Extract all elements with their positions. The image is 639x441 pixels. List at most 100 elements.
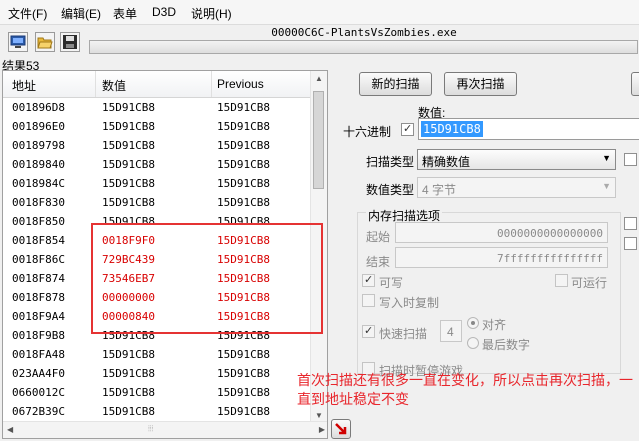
scroll-right-icon[interactable]: ▶ (319, 425, 325, 434)
save-button[interactable] (60, 32, 80, 52)
row-value: 15D91CB8 (102, 405, 155, 418)
dropdown-arrow-icon: ▼ (602, 181, 611, 191)
new-scan-button[interactable]: 新的扫描 (359, 72, 432, 96)
row-address: 00189798 (12, 139, 65, 152)
row-address: 0018F878 (12, 291, 65, 304)
table-row[interactable]: 023AA4F0 15D91CB8 15D91CB8 (3, 364, 313, 383)
row-value: 15D91CB8 (102, 177, 155, 190)
row-address: 0660012C (12, 386, 65, 399)
fast-scan-label: 快速扫描 (379, 327, 428, 341)
list-header: 地址 数值 Previous (3, 71, 313, 98)
select-process-button[interactable] (8, 32, 28, 52)
row-value: 15D91CB8 (102, 196, 155, 209)
end-address-input[interactable]: 7fffffffffffffff (395, 247, 608, 268)
add-address-button[interactable] (331, 419, 351, 439)
column-header-value[interactable]: 数值 (102, 77, 126, 94)
column-header-address[interactable]: 地址 (12, 77, 36, 94)
scan-progress-bar (89, 40, 638, 54)
executable-checkbox[interactable] (555, 274, 568, 287)
row-previous: 15D91CB8 (217, 405, 270, 418)
scan-type-label: 扫描类型 (366, 155, 415, 169)
row-value: 15D91CB8 (102, 158, 155, 171)
menu-d3d[interactable]: D3D (152, 5, 176, 19)
last-digits-label: 最后数字 (482, 338, 531, 352)
row-address: 0672B39C (12, 405, 65, 418)
row-address: 00189840 (12, 158, 65, 171)
row-address: 0018F9A4 (12, 310, 65, 323)
folder-open-icon (37, 37, 53, 49)
fast-scan-checkbox[interactable] (362, 324, 375, 338)
row-value: 15D91CB8 (102, 386, 155, 399)
option-checkbox-3[interactable] (624, 237, 637, 250)
row-value: 15D91CB8 (102, 139, 155, 152)
row-address: 0018F854 (12, 234, 65, 247)
open-file-button[interactable] (35, 32, 55, 52)
executable-label: 可运行 (571, 276, 608, 290)
value-input[interactable]: 15D91CB8 (418, 118, 639, 140)
table-row[interactable]: 0672B39C 15D91CB8 15D91CB8 (3, 402, 313, 421)
start-label: 起始 (366, 230, 391, 244)
align-label: 对齐 (482, 318, 507, 332)
menu-file[interactable]: 文件(F) (8, 5, 47, 22)
row-address: 0018F874 (12, 272, 65, 285)
scroll-left-icon[interactable]: ◀ (7, 425, 13, 434)
menu-help[interactable]: 说明(H) (191, 5, 232, 22)
row-value: 15D91CB8 (102, 120, 155, 133)
row-address: 0018F850 (12, 215, 65, 228)
row-address: 0018984C (12, 177, 65, 190)
table-row[interactable]: 0660012C 15D91CB8 15D91CB8 (3, 383, 313, 402)
writable-label: 可写 (379, 276, 404, 290)
scrollbar-thumb[interactable] (313, 91, 324, 189)
table-row[interactable]: 001896E0 15D91CB8 15D91CB8 (3, 117, 313, 136)
menu-table[interactable]: 表单 (113, 5, 137, 22)
writable-checkbox[interactable] (362, 273, 375, 287)
row-address: 0018F9B8 (12, 329, 65, 342)
scroll-down-icon[interactable]: ▼ (315, 411, 323, 420)
table-row[interactable]: 00189798 15D91CB8 15D91CB8 (3, 136, 313, 155)
hex-checkbox[interactable] (401, 122, 414, 136)
table-row[interactable]: 0018F830 15D91CB8 15D91CB8 (3, 193, 313, 212)
hex-label: 十六进制 (343, 125, 392, 139)
scan-type-select[interactable]: 精确数值 ▼ (417, 149, 616, 170)
last-digits-radio[interactable] (467, 337, 479, 349)
undo-scan-button[interactable] (631, 72, 639, 96)
column-divider (95, 71, 96, 97)
end-label: 结束 (366, 255, 391, 269)
row-previous: 15D91CB8 (217, 158, 270, 171)
dropdown-arrow-icon: ▼ (602, 153, 611, 163)
scrollbar-grip-icon[interactable]: ⦙⦙⦙ (148, 424, 153, 434)
horizontal-scrollbar[interactable]: ◀ ⦙⦙⦙ ▶ (3, 421, 327, 438)
changed-values-highlight (91, 223, 323, 334)
table-row[interactable]: 0018984C 15D91CB8 15D91CB8 (3, 174, 313, 193)
table-row[interactable]: 0018FA48 15D91CB8 15D91CB8 (3, 345, 313, 364)
start-address-input[interactable]: 0000000000000000 (395, 222, 608, 243)
scan-type-value: 精确数值 (422, 155, 471, 169)
menu-edit[interactable]: 编辑(E) (61, 5, 101, 22)
copy-on-write-label: 写入时复制 (379, 296, 440, 310)
row-previous: 15D91CB8 (217, 348, 270, 361)
row-address: 023AA4F0 (12, 367, 65, 380)
menu-bar: 文件(F) 编辑(E) 表单 D3D 说明(H) (0, 0, 639, 25)
fast-scan-input[interactable]: 4 (440, 320, 462, 342)
copy-on-write-checkbox[interactable] (362, 294, 375, 307)
computer-icon (10, 35, 26, 48)
row-previous: 15D91CB8 (217, 139, 270, 152)
row-previous: 15D91CB8 (217, 120, 270, 133)
scroll-up-icon[interactable]: ▲ (315, 74, 323, 83)
table-row[interactable]: 001896D8 15D91CB8 15D91CB8 (3, 98, 313, 117)
align-radio[interactable] (467, 317, 479, 329)
row-address: 0018F86C (12, 253, 65, 266)
toolbar: 00000C6C-PlantsVsZombies.exe (0, 25, 639, 60)
option-checkbox-1[interactable] (624, 153, 637, 166)
column-header-previous[interactable]: Previous (217, 77, 264, 91)
table-row[interactable]: 00189840 15D91CB8 15D91CB8 (3, 155, 313, 174)
row-value: 15D91CB8 (102, 348, 155, 361)
floppy-disk-icon (63, 35, 77, 49)
next-scan-button[interactable]: 再次扫描 (444, 72, 517, 96)
end-address-value: 7fffffffffffffff (497, 252, 603, 265)
value-input-text: 15D91CB8 (421, 121, 483, 137)
process-title: 00000C6C-PlantsVsZombies.exe (271, 26, 457, 39)
option-checkbox-2[interactable] (624, 217, 637, 230)
row-address: 001896D8 (12, 101, 65, 114)
value-type-select[interactable]: 4 字节 ▼ (417, 177, 616, 198)
